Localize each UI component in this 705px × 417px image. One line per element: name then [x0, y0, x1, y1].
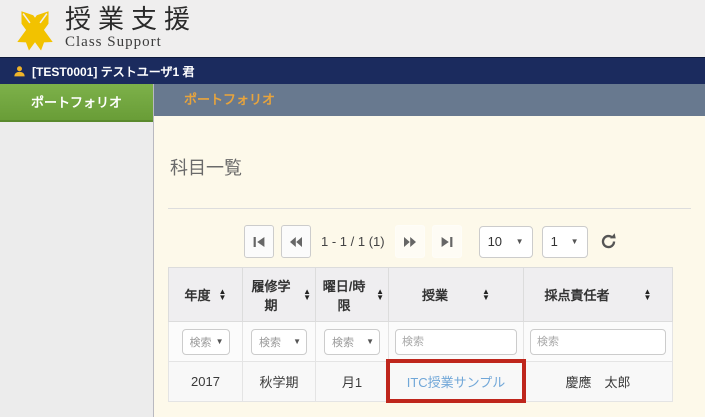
previous-page-icon	[289, 235, 303, 249]
column-header-course[interactable]: 授業 ▲▼	[389, 268, 524, 322]
breadcrumb-bar: ポートフォリオ	[154, 84, 705, 116]
sort-icon[interactable]: ▲▼	[482, 289, 490, 301]
sort-icon[interactable]: ▲▼	[303, 289, 311, 301]
column-header-grader[interactable]: 採点責任者 ▲▼	[524, 268, 673, 322]
day-period-filter-select[interactable]: 検索 ▼	[324, 329, 380, 355]
user-icon	[13, 65, 26, 78]
course-link[interactable]: ITC授業サンプル	[407, 375, 506, 390]
course-link-cell: ITC授業サンプル	[389, 362, 524, 402]
course-filter-input[interactable]	[395, 329, 517, 355]
chevron-down-icon: ▼	[571, 237, 579, 246]
period-cell: 月1	[316, 362, 389, 402]
table-row: 2017 秋学期 月1 ITC授業サンプル 慶應 太郎	[169, 362, 673, 402]
year-cell: 2017	[169, 362, 243, 402]
page-size-value: 10	[488, 234, 502, 249]
semester-filter-select[interactable]: 検索 ▼	[251, 329, 307, 355]
sidebar-item-portfolio[interactable]: ポートフォリオ	[0, 84, 153, 122]
grader-cell: 慶應 太郎	[524, 362, 673, 402]
next-page-icon	[403, 235, 417, 249]
brand-block: 授業支援 Class Support	[65, 6, 197, 51]
column-label: 履修学期	[247, 276, 295, 314]
page-number-value: 1	[551, 234, 558, 249]
refresh-icon	[600, 233, 617, 250]
column-label: 年度	[185, 285, 211, 304]
table-header-row: 年度 ▲▼ 履修学期 ▲▼ 曜日/時限 ▲▼ 授業	[169, 268, 673, 322]
app-subtitle: Class Support	[65, 34, 197, 51]
chevron-down-icon: ▼	[366, 337, 374, 346]
chevron-down-icon: ▼	[293, 337, 301, 346]
grader-filter-input[interactable]	[530, 329, 666, 355]
column-label: 採点責任者	[545, 285, 610, 304]
refresh-button[interactable]	[600, 233, 617, 250]
app-header: 授業支援 Class Support	[0, 0, 705, 57]
chevron-down-icon: ▼	[216, 337, 224, 346]
sort-icon[interactable]: ▲▼	[644, 289, 652, 301]
column-label: 授業	[422, 285, 448, 304]
breadcrumb-title: ポートフォリオ	[184, 92, 275, 107]
filter-placeholder: 検索	[190, 334, 212, 350]
sidebar: ポートフォリオ	[0, 84, 154, 417]
sort-icon[interactable]: ▲▼	[376, 289, 384, 301]
content-area: ポートフォリオ 科目一覧 1 - 1 / 1 (1)	[154, 84, 705, 417]
last-page-button[interactable]	[432, 225, 462, 258]
previous-page-button[interactable]	[281, 225, 311, 258]
sort-icon[interactable]: ▲▼	[219, 289, 227, 301]
chevron-down-icon: ▼	[516, 237, 524, 246]
next-page-button[interactable]	[395, 225, 425, 258]
column-header-semester[interactable]: 履修学期 ▲▼	[243, 268, 316, 322]
pagination: 1 - 1 / 1 (1) 10 ▼ 1 ▼	[244, 225, 691, 258]
page-number-select[interactable]: 1 ▼	[542, 226, 588, 258]
pagination-range-label: 1 - 1 / 1 (1)	[321, 234, 385, 249]
year-filter-select[interactable]: 検索 ▼	[182, 329, 230, 355]
first-page-button[interactable]	[244, 225, 274, 258]
column-header-year[interactable]: 年度 ▲▼	[169, 268, 243, 322]
app-logo-icon	[10, 4, 60, 54]
semester-cell: 秋学期	[243, 362, 316, 402]
filter-placeholder: 検索	[332, 334, 354, 350]
column-header-day-period[interactable]: 曜日/時限 ▲▼	[316, 268, 389, 322]
last-page-icon	[440, 235, 454, 249]
page-title: 科目一覧	[170, 154, 691, 180]
filter-placeholder: 検索	[259, 334, 281, 350]
app-title: 授業支援	[65, 6, 197, 33]
course-table: 年度 ▲▼ 履修学期 ▲▼ 曜日/時限 ▲▼ 授業	[168, 267, 673, 402]
first-page-icon	[252, 235, 266, 249]
filter-row: 検索 ▼ 検索 ▼ 検索	[169, 322, 673, 362]
page-size-select[interactable]: 10 ▼	[479, 226, 533, 258]
column-label: 曜日/時限	[320, 276, 368, 314]
user-name-label: [TEST0001] テストユーザ1 君	[32, 63, 194, 80]
user-bar: [TEST0001] テストユーザ1 君	[0, 57, 705, 84]
divider	[168, 208, 691, 209]
